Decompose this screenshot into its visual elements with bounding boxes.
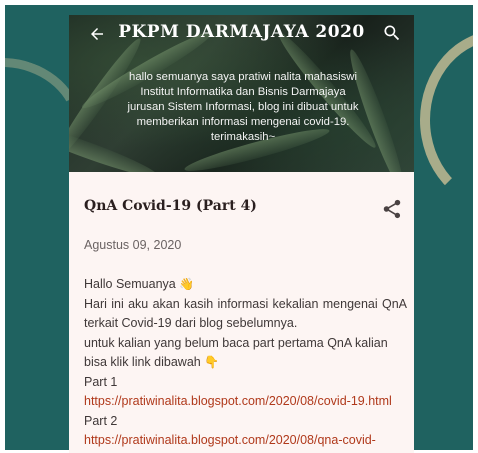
blog-title[interactable]: PKPM DARMAJAYA 2020 — [114, 21, 369, 43]
post-title[interactable]: QnA Covid-19 (Part 4) — [84, 198, 257, 214]
post-date: Agustus 09, 2020 — [84, 238, 182, 252]
pointing-down-icon: 👇 — [204, 355, 220, 369]
post-body: Hallo Semuanya 👋 Hari ini aku akan kasih… — [84, 275, 407, 451]
share-icon — [383, 199, 401, 219]
part1-link[interactable]: https://pratiwinalita.blogspot.com/2020/… — [84, 394, 392, 408]
share-button[interactable] — [381, 198, 405, 222]
blog-header: PKPM DARMAJAYA 2020 hallo semuanya saya … — [69, 15, 414, 172]
decorative-arc-right — [420, 30, 473, 210]
part2-label: Part 2 — [84, 413, 118, 428]
back-button[interactable] — [84, 21, 110, 47]
part1-label: Part 1 — [84, 374, 118, 389]
part2-link[interactable]: https://pratiwinalita.blogspot.com/2020/… — [84, 433, 376, 447]
intro-paragraph: Hari ini aku akan kasih informasi kekali… — [84, 296, 407, 331]
blog-description: hallo semuanya saya pratiwi nalita mahas… — [127, 71, 359, 143]
waving-hand-icon: 👋 — [179, 277, 195, 291]
search-button[interactable] — [382, 23, 406, 47]
instruction-paragraph: untuk kalian yang belum baca part pertam… — [84, 334, 407, 373]
instruction-text: untuk kalian yang belum baca part pertam… — [84, 335, 388, 370]
search-icon — [384, 25, 400, 41]
greeting-text: Hallo Semuanya — [84, 277, 176, 291]
post-content: QnA Covid-19 (Part 4) Agustus 09, 2020 H… — [69, 172, 414, 453]
arrow-left-icon — [91, 28, 103, 40]
blog-page: PKPM DARMAJAYA 2020 hallo semuanya saya … — [69, 15, 414, 453]
greeting-line: Hallo Semuanya 👋 — [84, 275, 407, 295]
